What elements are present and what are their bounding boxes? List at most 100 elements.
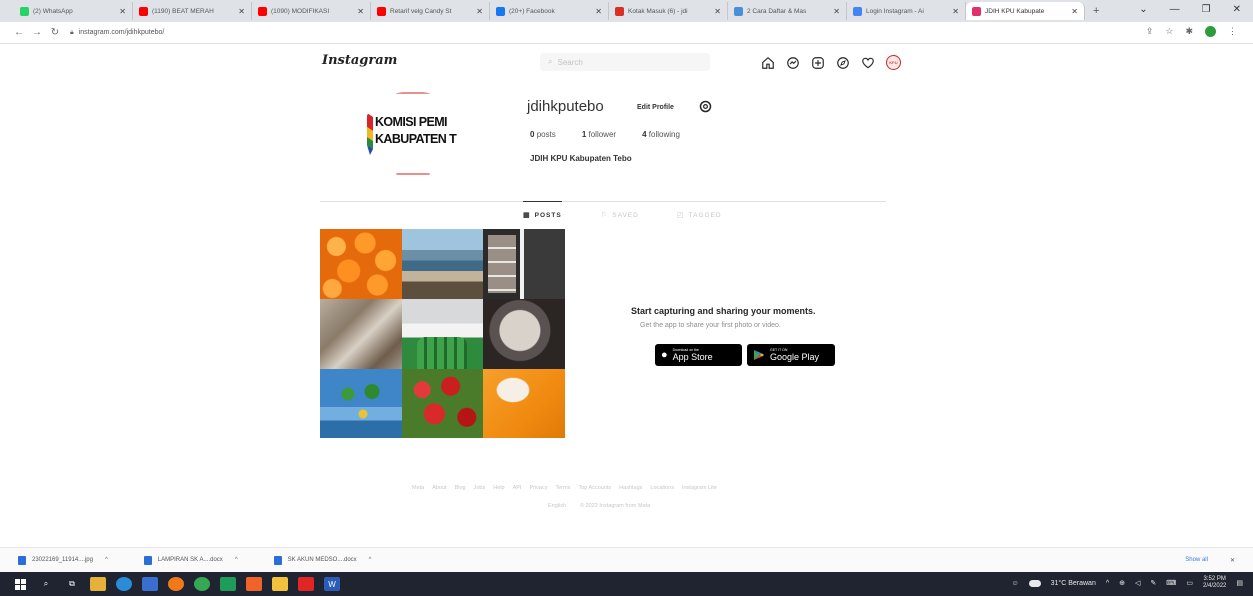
language-selector[interactable]: English bbox=[548, 503, 566, 509]
people-icon[interactable]: ☺ bbox=[1011, 580, 1018, 587]
close-tab-icon[interactable]: ✕ bbox=[952, 7, 959, 16]
show-all-downloads-link[interactable]: Show all bbox=[1185, 557, 1208, 564]
minimize-button[interactable]: — bbox=[1170, 4, 1180, 15]
download-item[interactable]: 23022169_11914....jpg ^ bbox=[18, 555, 108, 565]
volume-icon[interactable]: ◁ bbox=[1135, 579, 1140, 587]
browser-tab[interactable]: (1090) MODIFIKASI ✕ bbox=[252, 2, 371, 20]
pen-icon[interactable]: ✎ bbox=[1150, 579, 1156, 587]
share-icon[interactable]: ⇪ bbox=[1146, 26, 1154, 37]
reload-icon[interactable]: ↻ bbox=[46, 27, 64, 38]
posts-label: posts bbox=[536, 130, 556, 139]
tab-posts-label: POSTS bbox=[534, 211, 562, 219]
profile-picture[interactable]: KOMISI PEMI KABUPATEN T bbox=[362, 91, 464, 177]
browser-tab[interactable]: Login Instagram - Ai ✕ bbox=[847, 2, 966, 20]
url-field[interactable]: 🔒︎ instagram.com/jdihkputebo/ bbox=[70, 29, 164, 37]
task-view-icon[interactable]: ⧉ bbox=[64, 577, 80, 591]
sample-photo-baby bbox=[483, 299, 565, 369]
orange-app-taskbar-icon[interactable] bbox=[246, 577, 262, 591]
keyboard-icon[interactable]: ⌨ bbox=[1166, 579, 1176, 587]
back-arrow-icon[interactable]: ← bbox=[10, 27, 28, 38]
tab-posts[interactable]: ▦ POSTS bbox=[523, 201, 562, 219]
close-tab-icon[interactable]: ✕ bbox=[476, 7, 483, 16]
profile-avatar-small[interactable]: KPU bbox=[886, 55, 901, 70]
tab-tagged[interactable]: ◰ TAGGED bbox=[677, 211, 722, 220]
youtube-taskbar-icon[interactable] bbox=[298, 577, 314, 591]
close-tab-icon[interactable]: ✕ bbox=[119, 7, 126, 16]
profile-avatar-icon[interactable] bbox=[1205, 26, 1216, 37]
footer-link[interactable]: Instagram Lite bbox=[682, 485, 717, 491]
browser-tab[interactable]: Kotak Masuk (6) - jdi ✕ bbox=[609, 2, 728, 20]
footer-link[interactable]: API bbox=[513, 485, 522, 491]
instagram-logo[interactable]: Instagram bbox=[322, 53, 397, 68]
edit-profile-button[interactable]: Edit Profile bbox=[632, 99, 679, 115]
firefox-taskbar-icon[interactable] bbox=[168, 577, 184, 591]
footer-link[interactable]: Help bbox=[493, 485, 504, 491]
tab-saved[interactable]: ⚐ SAVED bbox=[601, 211, 639, 220]
browser-tab[interactable]: (2) WhatsApp ✕ bbox=[14, 2, 133, 20]
close-tab-icon[interactable]: ✕ bbox=[595, 7, 602, 16]
bookmark-star-icon[interactable]: ☆ bbox=[1165, 26, 1173, 37]
file-explorer-taskbar-icon[interactable] bbox=[90, 577, 106, 591]
edge-browser-taskbar-icon[interactable] bbox=[116, 577, 132, 591]
browser-tab-label: Login Instagram - Ai bbox=[866, 7, 924, 15]
footer-link[interactable]: Blog bbox=[455, 485, 466, 491]
footer-link[interactable]: Terms bbox=[555, 485, 570, 491]
close-tab-icon[interactable]: ✕ bbox=[714, 7, 721, 16]
download-item[interactable]: SK AKUN MEDSO....docx ^ bbox=[273, 555, 372, 565]
settings-gear-icon[interactable] bbox=[698, 99, 713, 114]
home-icon[interactable] bbox=[761, 56, 775, 70]
close-tab-icon[interactable]: ✕ bbox=[833, 7, 840, 16]
close-tab-icon[interactable]: ✕ bbox=[238, 7, 245, 16]
search-placeholder: Search bbox=[557, 57, 583, 67]
close-tab-icon[interactable]: ✕ bbox=[1071, 7, 1078, 16]
windows-start-icon[interactable] bbox=[12, 577, 28, 591]
download-options-chevron-icon[interactable]: ^ bbox=[105, 557, 108, 563]
folder-taskbar-icon[interactable] bbox=[272, 577, 288, 591]
footer-link[interactable]: Meta bbox=[412, 485, 424, 491]
close-downloads-button[interactable]: ✕ bbox=[1230, 557, 1235, 564]
store-taskbar-icon[interactable] bbox=[142, 577, 158, 591]
activity-heart-icon[interactable] bbox=[861, 56, 875, 70]
search-input[interactable]: ⌕ Search bbox=[540, 53, 710, 71]
clock[interactable]: 3:52 PM 2/4/2022 bbox=[1203, 576, 1226, 590]
google-play-button[interactable]: GET IT ON Google Play bbox=[747, 344, 835, 366]
download-options-chevron-icon[interactable]: ^ bbox=[369, 557, 372, 563]
chrome-taskbar-icon[interactable] bbox=[194, 577, 210, 591]
extensions-puzzle-icon[interactable]: ✱ bbox=[1185, 26, 1193, 37]
language-tray-icon[interactable]: ▭ bbox=[1186, 579, 1193, 587]
network-icon[interactable]: ⊕ bbox=[1119, 579, 1125, 587]
footer-link[interactable]: Privacy bbox=[529, 485, 547, 491]
browser-tab[interactable]: Retarif velg Candy St ✕ bbox=[371, 2, 490, 20]
download-item[interactable]: LAMPIRAN SK A....docx ^ bbox=[143, 555, 238, 565]
close-tab-icon[interactable]: ✕ bbox=[357, 7, 364, 16]
download-options-chevron-icon[interactable]: ^ bbox=[235, 557, 238, 563]
green-app-taskbar-icon[interactable] bbox=[220, 577, 236, 591]
followers-stat[interactable]: 1 follower bbox=[582, 130, 616, 139]
browser-menu-icon[interactable]: ⋮ bbox=[1228, 26, 1237, 37]
messenger-icon[interactable] bbox=[786, 56, 800, 70]
footer-link[interactable]: Top Accounts bbox=[578, 485, 611, 491]
tray-chevron-icon[interactable]: ^ bbox=[1106, 580, 1109, 587]
browser-tab[interactable]: (20+) Facebook ✕ bbox=[490, 2, 609, 20]
footer-link[interactable]: Locations bbox=[650, 485, 674, 491]
close-window-button[interactable]: ✕ bbox=[1233, 4, 1241, 15]
forward-arrow-icon[interactable]: → bbox=[28, 27, 46, 38]
browser-tab[interactable]: (1190) BEAT MERAH ✕ bbox=[133, 2, 252, 20]
word-taskbar-icon[interactable]: W bbox=[324, 577, 340, 591]
google-play-large-text: Google Play bbox=[770, 352, 820, 362]
tab-search-button[interactable]: ⌄ bbox=[1139, 4, 1147, 15]
app-store-button[interactable]: ● Download on the App Store bbox=[655, 344, 742, 366]
maximize-button[interactable]: ❐ bbox=[1202, 4, 1211, 15]
new-post-icon[interactable] bbox=[811, 56, 825, 70]
browser-tab[interactable]: JDIH KPU Kabupate ✕ bbox=[966, 2, 1085, 20]
weather-text[interactable]: 31°C Berawan bbox=[1051, 580, 1096, 587]
footer-link[interactable]: Jobs bbox=[474, 485, 486, 491]
footer-link[interactable]: About bbox=[432, 485, 446, 491]
new-tab-button[interactable]: + bbox=[1093, 5, 1107, 17]
footer-link[interactable]: Hashtags bbox=[619, 485, 642, 491]
browser-tab[interactable]: 2 Cara Daftar & Mas ✕ bbox=[728, 2, 847, 20]
explore-compass-icon[interactable] bbox=[836, 56, 850, 70]
following-stat[interactable]: 4 following bbox=[642, 130, 680, 139]
notification-center-icon[interactable]: ▤ bbox=[1236, 579, 1243, 587]
search-icon[interactable]: ⌕ bbox=[38, 577, 54, 591]
